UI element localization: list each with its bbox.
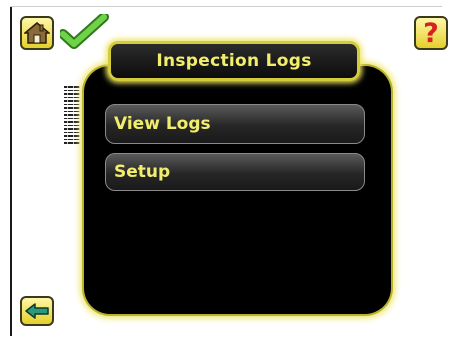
home-icon — [24, 22, 50, 44]
barcode-image — [64, 84, 80, 144]
help-icon: ? — [423, 17, 439, 49]
checkmark-icon — [60, 14, 109, 49]
menu-item-label: View Logs — [114, 114, 211, 134]
page-title: Inspection Logs — [108, 41, 360, 81]
menu-item-setup[interactable]: Setup — [105, 153, 365, 191]
menu-item-label: Setup — [114, 162, 171, 182]
screen-border-left — [10, 6, 12, 336]
back-arrow-icon — [25, 303, 49, 319]
help-button[interactable]: ? — [414, 16, 448, 50]
home-button[interactable] — [20, 16, 54, 50]
menu-item-view-logs[interactable]: View Logs — [105, 104, 365, 144]
back-button[interactable] — [20, 296, 54, 326]
screen-border-top — [10, 6, 442, 7]
